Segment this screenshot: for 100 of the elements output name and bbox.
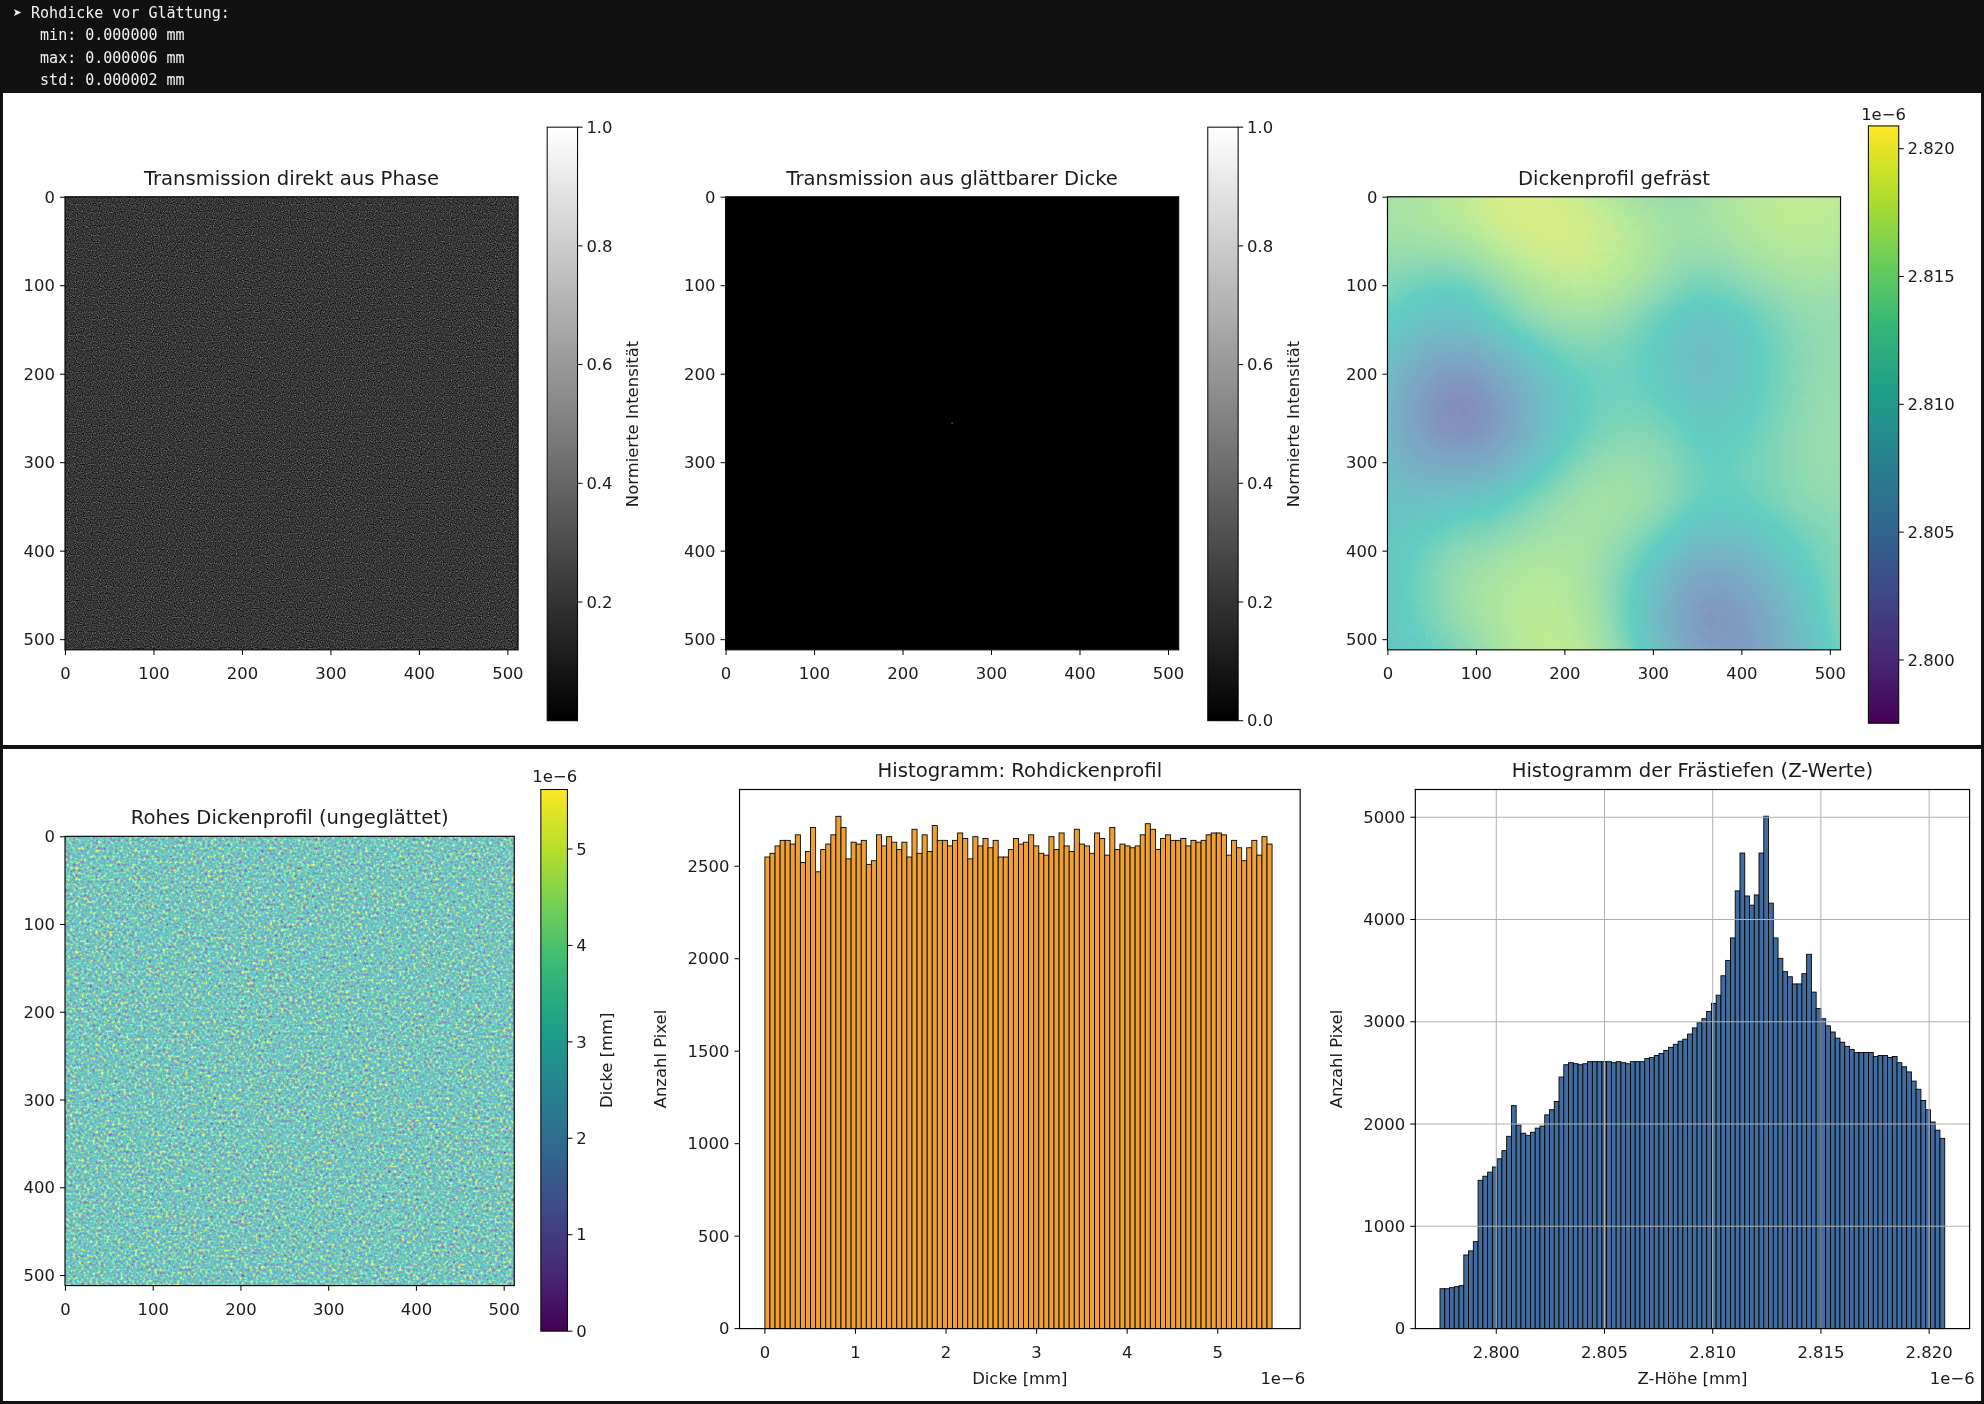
plot-title: Dickenprofil gefräst: [1518, 167, 1710, 191]
tick-label: 100: [137, 1299, 169, 1319]
tick-label: 1.0: [586, 117, 613, 137]
terminal-line: min: 0.000000 mm: [39, 25, 185, 47]
tick-label: 1000: [687, 1134, 730, 1154]
plot-title: Transmission aus glättbarer Dicke: [786, 167, 1118, 191]
tick-label: 200: [887, 663, 919, 683]
tick-label: 1500: [687, 1041, 730, 1061]
tick-label: 500: [23, 630, 55, 650]
tick-label: 0: [718, 1319, 730, 1339]
axis-label: Dicke [mm]: [596, 1012, 616, 1108]
tick-label: 0.0: [1247, 711, 1274, 731]
tick-label: 0.2: [1247, 592, 1274, 612]
tick-label: 400: [1064, 663, 1096, 683]
tick-label: 1: [576, 1225, 587, 1245]
plot-title: Transmission direkt aus Phase: [143, 167, 440, 191]
tick-label: 2.820: [1905, 1342, 1953, 1362]
tick-label: 3: [576, 1032, 587, 1052]
tick-label: 5: [576, 839, 587, 859]
tick-label: 0: [1382, 663, 1394, 683]
tick-label: 0: [1394, 1319, 1406, 1339]
tick-label: 400: [23, 1178, 55, 1198]
tick-label: 100: [684, 276, 716, 296]
tick-label: 4000: [1363, 910, 1406, 930]
axis-label: Normierte Intensität: [1283, 340, 1303, 508]
tick-label: 0: [60, 663, 71, 683]
tick-label: 400: [1345, 541, 1378, 561]
tick-label: 2.810: [1689, 1342, 1737, 1362]
tick-label: 2.815: [1907, 267, 1955, 287]
tick-label: 3: [1031, 1342, 1042, 1362]
tick-label: 400: [400, 1299, 433, 1319]
tick-label: 0.2: [586, 592, 613, 612]
tick-label: 0: [60, 1299, 71, 1319]
tick-label: 4: [576, 936, 587, 956]
tick-label: 3000: [1363, 1012, 1406, 1032]
tick-label: 100: [138, 663, 170, 683]
tick-label: 0: [1366, 187, 1378, 207]
tick-label: 5: [1212, 1342, 1223, 1362]
tick-label: 300: [1637, 663, 1670, 683]
tick-label: 0.4: [1247, 474, 1274, 493]
tick-label: 200: [226, 663, 259, 683]
axis-label: Dicke [mm]: [972, 1369, 1068, 1389]
tick-label: 400: [23, 541, 55, 561]
tick-label: 2000: [1363, 1114, 1406, 1134]
tick-label: 2.800: [1907, 650, 1955, 670]
tick-label: 0: [44, 827, 55, 847]
tick-label: 400: [1726, 663, 1758, 683]
tick-label: 200: [1549, 663, 1581, 683]
tick-label: 500: [1345, 630, 1378, 650]
tick-label: 500: [492, 663, 524, 683]
tick-label: 1: [850, 1342, 861, 1362]
tick-label: 2000: [687, 949, 730, 969]
tick-label: 0: [705, 187, 716, 207]
tick-label: 300: [23, 1090, 55, 1110]
tick-label: 5000: [1363, 807, 1406, 827]
tick-label: 1000: [1363, 1217, 1406, 1237]
terminal-line: std: 0.000002 mm: [39, 70, 185, 92]
tick-label: 300: [684, 453, 716, 473]
terminal-line: max: 0.000006 mm: [39, 47, 185, 69]
tick-label: 0: [759, 1342, 771, 1362]
tick-label: 2500: [687, 856, 730, 876]
tick-label: 200: [684, 364, 716, 384]
offset-label: 1e−6: [1929, 1369, 1975, 1389]
tick-label: 100: [1460, 663, 1493, 683]
offset-label: 1e−6: [1861, 104, 1906, 124]
tick-label: 500: [698, 1226, 730, 1246]
offset-label: 1e−6: [532, 766, 578, 786]
tick-label: 400: [403, 663, 436, 683]
tick-label: 100: [23, 915, 55, 935]
tick-label: 0: [44, 187, 55, 207]
axis-label: Normierte Intensität: [623, 340, 643, 508]
tick-label: 0: [720, 663, 732, 683]
tick-label: 2.800: [1472, 1342, 1520, 1362]
tick-label: 500: [23, 1266, 55, 1286]
tick-label: 500: [488, 1299, 520, 1319]
tick-label: 400: [684, 541, 716, 561]
axis-label: Anzahl Pixel: [651, 1009, 671, 1109]
tick-label: 200: [1345, 364, 1378, 384]
tick-label: 200: [23, 364, 55, 384]
tick-label: 300: [23, 453, 55, 473]
chart-title: Histogramm der Frästiefen (Z-Werte): [1511, 758, 1874, 782]
tick-label: 0: [576, 1321, 587, 1341]
axis-label: Anzahl Pixel: [1326, 1009, 1346, 1109]
plot-title: Rohes Dickenprofil (ungeglättet): [130, 805, 449, 829]
tick-label: 2.805: [1907, 522, 1955, 542]
tick-label: 100: [798, 663, 831, 683]
tick-label: 2.805: [1580, 1342, 1628, 1362]
tick-label: 0.6: [586, 355, 613, 375]
terminal-line: ➤ Rohdicke vor Glättung:: [13, 3, 230, 24]
tick-label: 100: [23, 276, 55, 296]
tick-label: 300: [315, 663, 347, 683]
tick-label: 300: [975, 663, 1008, 683]
tick-label: 1.0: [1247, 117, 1274, 137]
tick-label: 300: [313, 1299, 345, 1319]
tick-label: 200: [23, 1002, 55, 1022]
chart-title: Histogramm: Rohdickenprofil: [877, 758, 1163, 782]
tick-label: 2.810: [1907, 395, 1955, 414]
tick-label: 0.4: [586, 474, 613, 493]
tick-label: 2.820: [1907, 139, 1955, 159]
offset-label: 1e−6: [1260, 1369, 1306, 1389]
